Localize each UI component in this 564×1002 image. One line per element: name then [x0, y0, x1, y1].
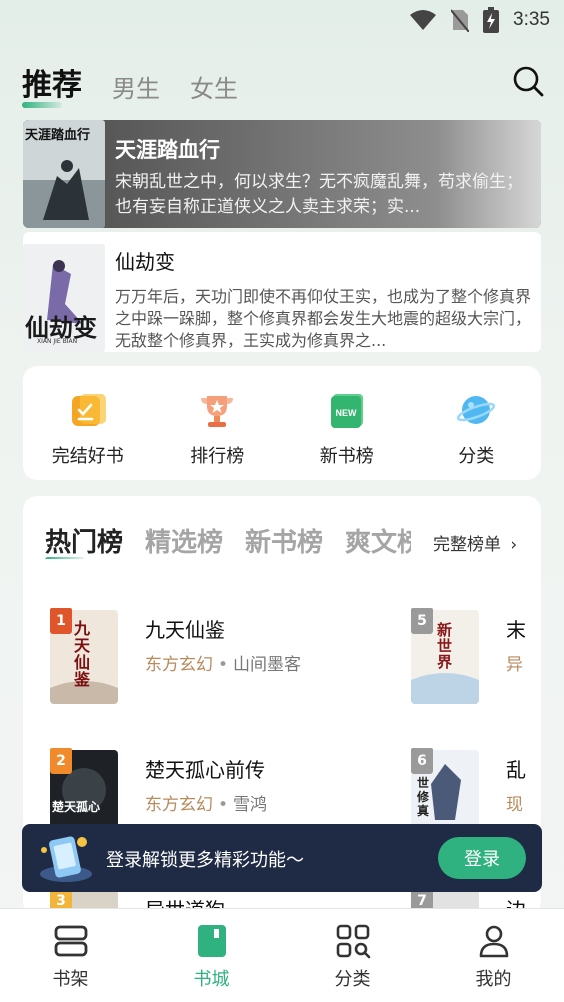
quick-entry-category[interactable]: 分类 — [412, 366, 542, 480]
nav-profile[interactable]: 我的 — [423, 909, 564, 1002]
no-sim-icon — [451, 9, 470, 32]
book-genre: 现 — [506, 795, 523, 815]
bottom-nav: 书架 书城 分类 我的 — [0, 908, 564, 1002]
nav-bookshelf[interactable]: 书架 — [0, 909, 141, 1002]
book-author: 雪鸿 — [233, 795, 268, 815]
book-title: 九天仙鉴 — [145, 618, 225, 642]
login-banner-text: 登录解锁更多精彩功能～ — [106, 850, 304, 871]
book-meta: 东方玄幻 • 山间墨客 — [145, 650, 301, 675]
new-badge-icon: NEW — [330, 394, 363, 428]
book-title: 仙劫变 — [115, 250, 175, 274]
top-tabs: 推荐 男生 女生 — [22, 60, 238, 108]
quick-entry-label: 排行榜 — [190, 446, 245, 467]
book-genre: 异 — [506, 655, 523, 675]
quick-entry-new-books[interactable]: NEW 新书榜 — [282, 366, 412, 480]
rank-badge: 6 — [411, 748, 433, 774]
rank-list-item[interactable]: 九天仙鉴 1 九天仙鉴 东方玄幻 • 山间墨客 — [50, 608, 410, 704]
book-meta: 东方玄幻 • 雪鸿 — [145, 790, 267, 815]
quick-entry-finished[interactable]: 完结好书 — [23, 366, 153, 480]
nav-label: 书架 — [52, 969, 89, 990]
status-bar: 3:35 — [0, 0, 564, 40]
tab-male[interactable]: 男生 — [112, 69, 160, 104]
cover-title-text: 楚天孤心 — [52, 800, 101, 814]
book-meta: 异 — [506, 650, 523, 675]
book-cover: 天涯踏血行 — [23, 120, 105, 228]
status-time: 3:35 — [513, 9, 550, 30]
full-list-label: 完整榜单 — [433, 535, 501, 555]
separator-dot: • — [218, 795, 229, 815]
login-button[interactable]: 登录 — [438, 837, 526, 879]
search-icon[interactable] — [511, 64, 545, 98]
nav-bookstore[interactable]: 书城 — [141, 909, 282, 1002]
tab-recommend[interactable]: 推荐 — [22, 60, 82, 108]
trophy-icon — [201, 396, 234, 427]
book-description: 宋朝乱世之中，何以求生？无不疯魔乱舞，苟求偷生；也有妄自称正道侠义之人卖主求荣；… — [115, 172, 523, 217]
book-cover: 仙劫变 XIAN JIE BIAN — [23, 244, 105, 352]
tab-exciting[interactable]: 爽文榜 — [345, 522, 411, 559]
chevron-right-icon: › — [510, 535, 518, 555]
finished-books-icon — [71, 394, 106, 426]
cover-subtitle-text: XIAN JIE BIAN — [37, 338, 78, 345]
book-card[interactable]: 仙劫变 XIAN JIE BIAN 仙劫变 万万年后，天功门即使不再仰仗王实，也… — [23, 232, 541, 352]
book-genre: 东方玄幻 — [145, 655, 213, 675]
featured-book-card[interactable]: 天涯踏血行 天涯踏血行 宋朝乱世之中，何以求生？无不疯魔乱舞，苟求偷生；也有妄自… — [23, 120, 541, 228]
bookshelf-icon — [54, 925, 87, 957]
book-description: 万万年后，天功门即使不再仰仗王实，也成为了整个修真界之中跺一跺脚，整个修真界都会… — [115, 287, 532, 350]
wifi-icon — [410, 10, 437, 30]
book-author: 山间墨客 — [233, 655, 302, 675]
book-meta: 现 — [506, 790, 523, 815]
rank-badge: 1 — [50, 608, 72, 634]
book-title: 乱 — [506, 758, 526, 782]
separator-dot: • — [218, 655, 229, 675]
rank-list-item[interactable]: 新世界 5 末 异 — [411, 608, 541, 704]
tab-female[interactable]: 女生 — [190, 69, 238, 104]
nav-label: 我的 — [475, 969, 512, 990]
nav-category[interactable]: 分类 — [282, 909, 423, 1002]
svg-text:NEW: NEW — [335, 408, 357, 418]
cover-title-text: 九天仙鉴 — [74, 619, 91, 689]
profile-icon — [479, 925, 508, 958]
phone-unlock-icon — [40, 836, 92, 882]
quick-entry-label: 新书榜 — [319, 446, 374, 467]
bookstore-icon — [197, 925, 226, 957]
login-banner: 登录解锁更多精彩功能～ 登录 — [22, 824, 542, 892]
cover-title-text: 世修真 — [417, 776, 430, 818]
book-title: 天涯踏血行 — [115, 138, 220, 162]
book-title: 楚天孤心前传 — [145, 758, 265, 782]
full-list-link[interactable]: 完整榜单 › — [433, 530, 517, 555]
tab-hot[interactable]: 热门榜 — [45, 522, 123, 559]
quick-entry-card: 完结好书 排行榜 NEW 新书榜 分类 — [23, 366, 541, 480]
tab-new-books[interactable]: 新书榜 — [245, 522, 323, 559]
cover-title-text: 新世界 — [437, 621, 453, 671]
cover-title-text: 天涯踏血行 — [25, 128, 91, 143]
nav-label: 书城 — [193, 969, 230, 990]
tab-featured[interactable]: 精选榜 — [145, 522, 223, 559]
quick-entry-ranking[interactable]: 排行榜 — [153, 366, 283, 480]
ranking-tabs: 热门榜 精选榜 新书榜 爽文榜 — [45, 522, 411, 559]
quick-entry-label: 分类 — [458, 446, 495, 467]
book-title: 末 — [506, 618, 526, 642]
rank-badge: 2 — [50, 748, 72, 774]
category-grid-icon — [336, 924, 370, 959]
rank-badge: 5 — [411, 608, 433, 634]
quick-entry-label: 完结好书 — [51, 446, 124, 467]
book-genre: 东方玄幻 — [145, 795, 213, 815]
battery-charging-icon — [483, 7, 500, 33]
planet-icon — [457, 396, 496, 424]
nav-label: 分类 — [334, 969, 371, 990]
